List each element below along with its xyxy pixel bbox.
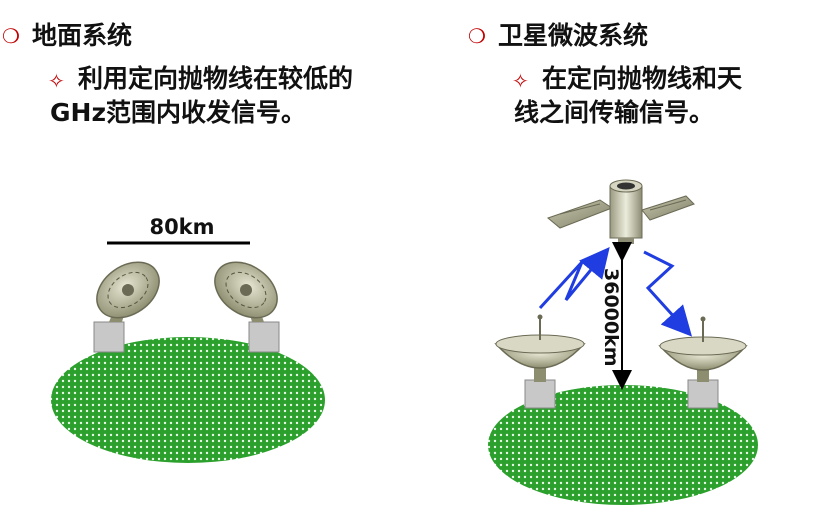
parabolic-dish-icon xyxy=(214,261,278,319)
ground-station-base xyxy=(524,379,556,409)
uplink-signal xyxy=(538,247,610,310)
tower-base xyxy=(248,321,280,353)
altitude-label: 36000km xyxy=(600,268,622,367)
microwave-illustration: 80km 36000km xyxy=(51,179,758,505)
downlink-signal xyxy=(643,250,693,337)
satellite-diagram: 36000km xyxy=(488,179,758,505)
terrestrial-diagram: 80km xyxy=(51,215,325,463)
distance-label: 80km xyxy=(149,215,214,239)
parabolic-dish-icon xyxy=(658,316,748,371)
ground-station-base xyxy=(687,379,719,409)
ground-area xyxy=(51,337,325,463)
satellite-icon xyxy=(546,179,695,244)
tower-base xyxy=(93,321,125,353)
parabolic-dish-icon xyxy=(494,314,586,369)
parabolic-dish-icon xyxy=(96,261,160,319)
